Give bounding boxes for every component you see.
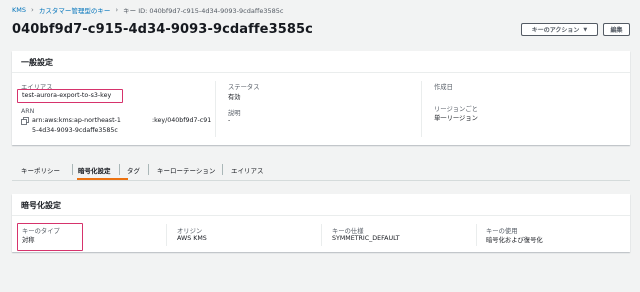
breadcrumb-kms[interactable]: KMS — [12, 6, 26, 14]
encryption-settings-title: 暗号化設定 — [21, 201, 61, 210]
column-divider — [215, 81, 216, 137]
arn-value-line1: arn:aws:kms:ap-northeast-1 — [32, 117, 121, 124]
tab-tags[interactable]: タグ — [127, 165, 140, 175]
arn-value-line2: 5-4d34-9093-9cdaffe3585c — [32, 127, 118, 134]
general-settings-title: 一般設定 — [21, 58, 53, 67]
arn-label: ARN — [21, 108, 35, 115]
column-divider — [166, 224, 167, 246]
origin-value: AWS KMS — [177, 235, 207, 242]
chevron-right-icon: › — [115, 6, 119, 14]
alias-highlight-box — [17, 89, 123, 103]
breadcrumb-customer-managed-keys[interactable]: カスタマー管理型のキー — [39, 5, 111, 15]
panel-header: 一般設定 — [12, 51, 630, 73]
tabs-divider — [12, 180, 630, 181]
breadcrumb: KMS › カスタマー管理型のキー › キー ID: 040bf9d7-c915… — [12, 5, 283, 15]
page-title: 040bf9d7-c915-4d34-9093-9cdaffe3585c — [12, 22, 313, 37]
column-divider — [421, 81, 422, 137]
arn-value-line1-tail: :key/040bf9d7-c91 — [152, 117, 212, 124]
key-actions-button[interactable]: キーのアクション ▼ — [521, 23, 598, 36]
key-actions-label: キーのアクション — [531, 27, 580, 34]
tab-separator — [119, 164, 120, 175]
tab-separator — [222, 164, 223, 175]
region-value: 単一リージョン — [434, 115, 478, 122]
status-value: 有効 — [228, 94, 241, 101]
tab-bar: キーポリシー 暗号化設定 タグ キーローテーション エイリアス — [12, 159, 312, 181]
region-label: リージョンごと — [434, 106, 478, 113]
caret-down-icon: ▼ — [583, 26, 588, 33]
breadcrumb-current: キー ID: 040bf9d7-c915-4d34-9093-9cdaffe35… — [123, 7, 284, 15]
origin-label: オリジン — [177, 228, 203, 235]
edit-label: 編集 — [610, 27, 623, 34]
key-type-highlight-box — [17, 223, 83, 251]
encryption-settings-panel: 暗号化設定 キーのタイプ 対称 オリジン AWS KMS キーの仕様 SYMME… — [12, 194, 630, 252]
tab-aliases[interactable]: エイリアス — [231, 165, 264, 175]
description-label: 説明 — [228, 110, 241, 117]
status-label: ステータス — [228, 84, 260, 91]
chevron-right-icon: › — [31, 6, 34, 14]
tab-separator — [72, 164, 73, 175]
panel-header: 暗号化設定 — [12, 194, 630, 216]
tab-separator — [148, 164, 149, 175]
key-spec-label: キーの仕様 — [332, 228, 364, 235]
column-divider — [476, 224, 477, 246]
tab-encryption-settings[interactable]: 暗号化設定 — [78, 165, 111, 175]
description-value: - — [228, 117, 231, 124]
tab-key-policy[interactable]: キーポリシー — [21, 165, 60, 175]
key-spec-value: SYMMETRIC_DEFAULT — [332, 235, 400, 242]
edit-button[interactable]: 編集 — [603, 23, 630, 36]
copy-icon[interactable] — [21, 117, 29, 125]
general-settings-panel: 一般設定 エイリアス test-aurora-export-to-s3-key … — [12, 51, 630, 145]
tab-key-rotation[interactable]: キーローテーション — [157, 165, 215, 175]
key-usage-label: キーの使用 — [486, 228, 518, 235]
key-usage-value: 暗号化および復号化 — [486, 237, 543, 244]
created-date-label: 作成日 — [434, 84, 453, 91]
column-divider — [321, 224, 322, 246]
